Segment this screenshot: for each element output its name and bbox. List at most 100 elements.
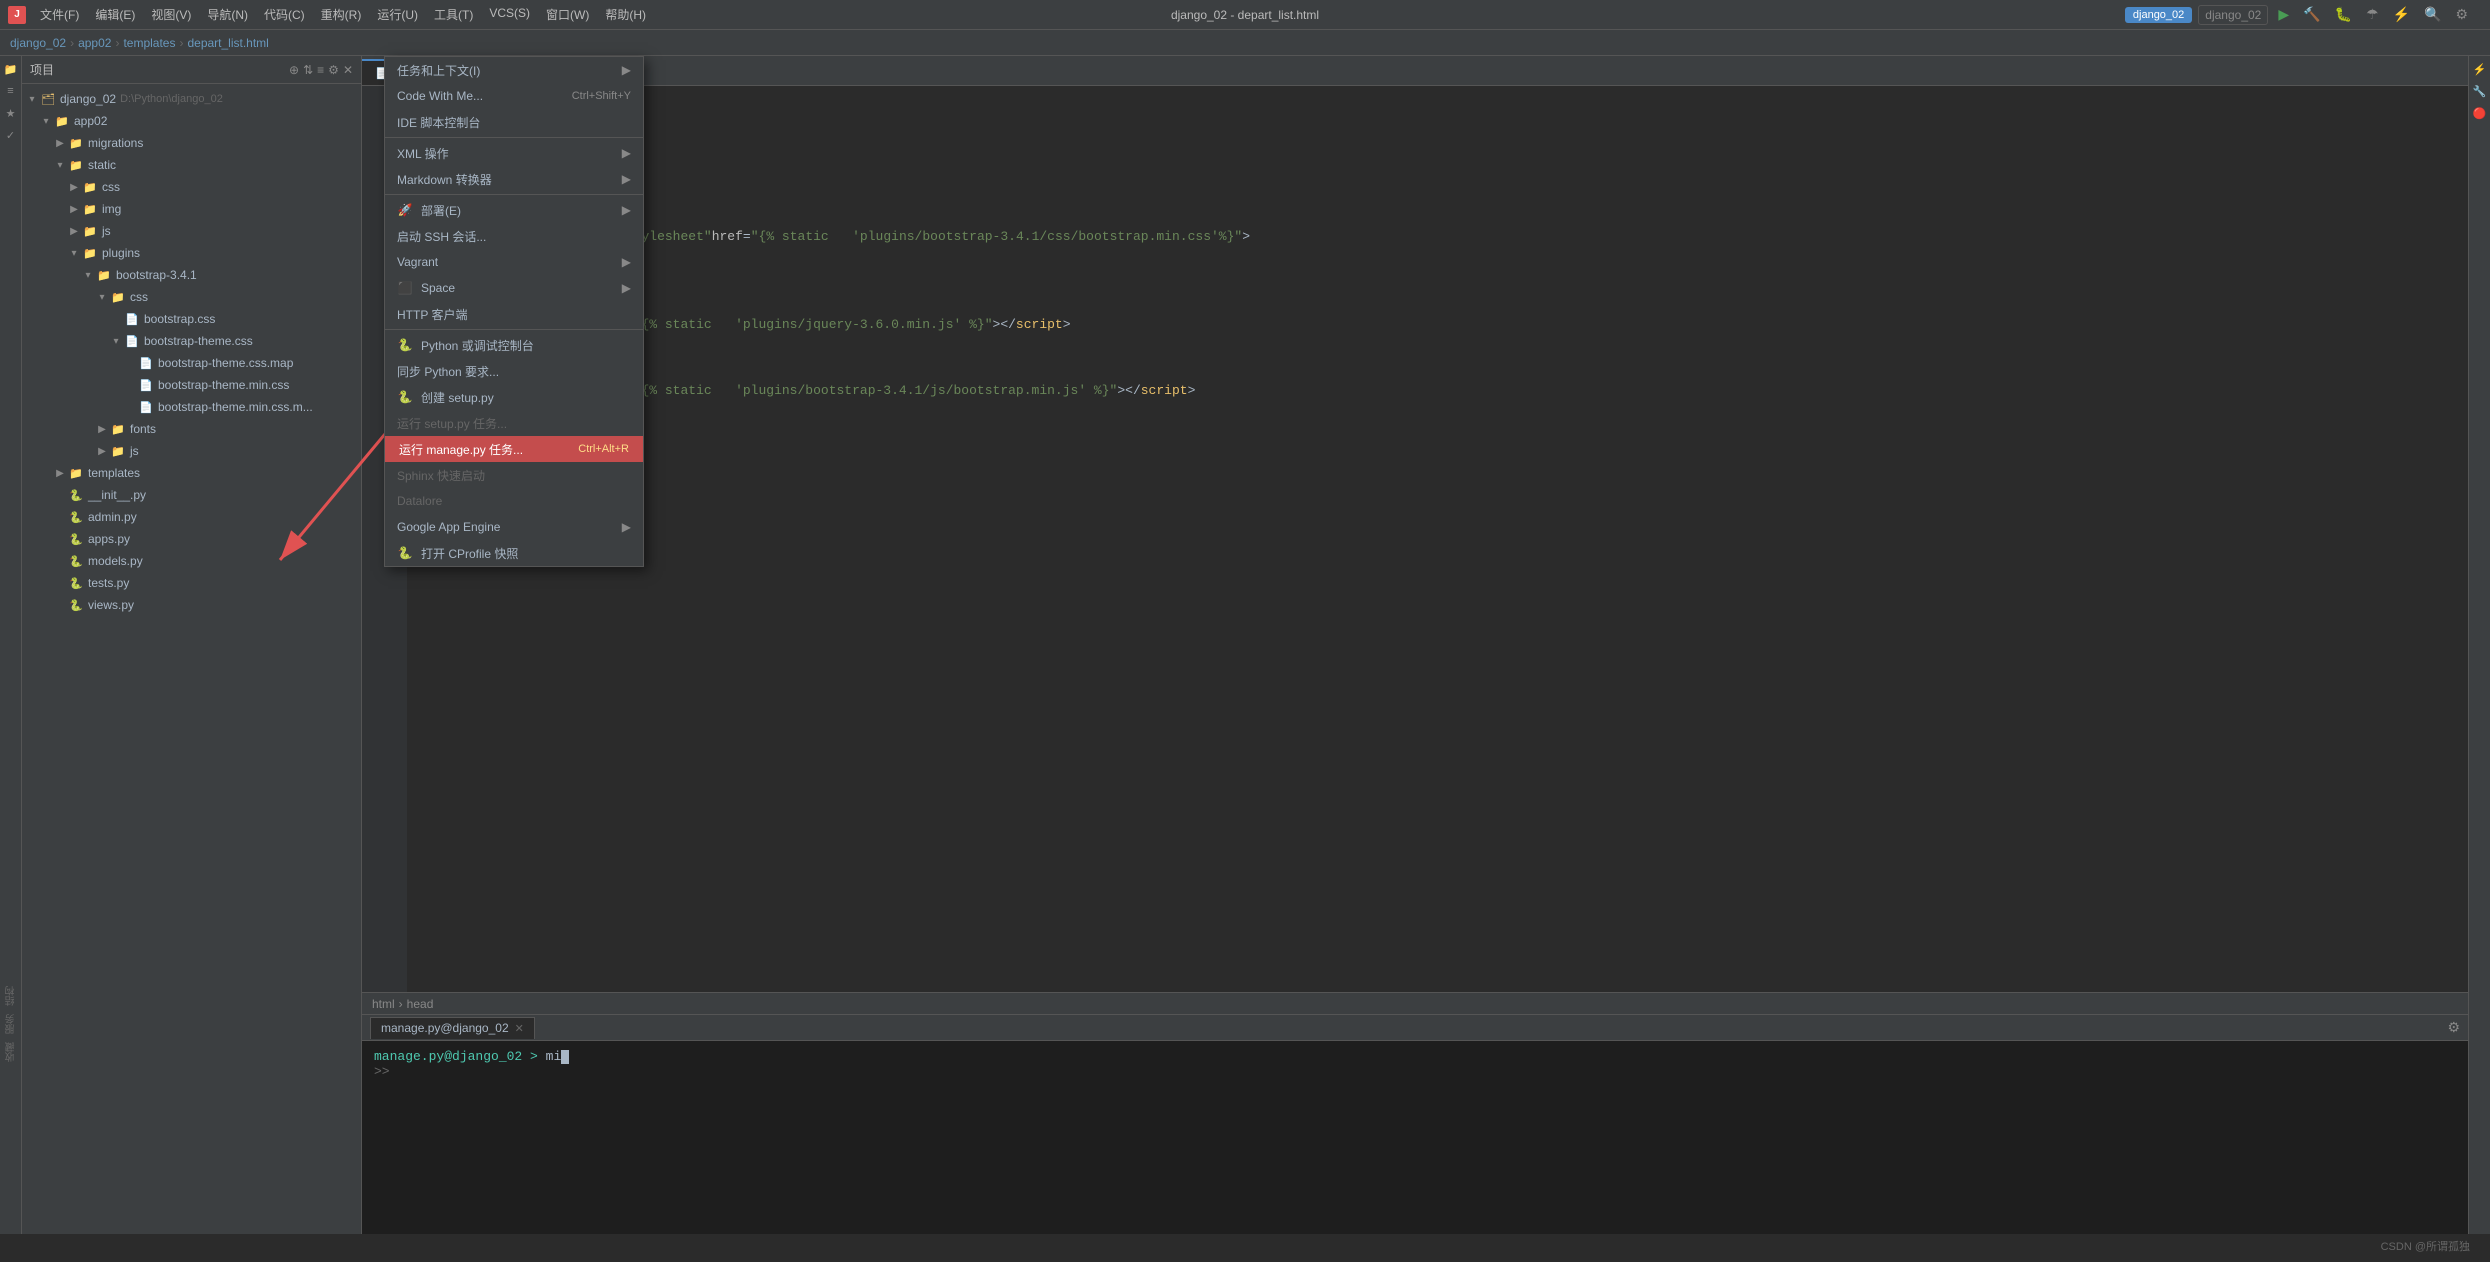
debug-button[interactable]: 🐛: [2331, 4, 2356, 25]
dropdown-item-markdown[interactable]: Markdown 转换器 ▶: [385, 166, 643, 192]
tree-item-bootstrapthememincssm[interactable]: ▶ 📄 bootstrap-theme.min.css.m...: [22, 396, 361, 418]
tree-item-img[interactable]: ▶ 📁 img: [22, 198, 361, 220]
dropdown-item-ssh[interactable]: 启动 SSH 会话...: [385, 223, 643, 249]
sidebar-bookmarks-icon[interactable]: ★: [2, 104, 20, 122]
menu-help[interactable]: 帮助(H): [597, 4, 654, 25]
menu-file[interactable]: 文件(F): [32, 4, 87, 25]
run-config[interactable]: django_02: [2198, 5, 2268, 25]
breadcrumb-templates[interactable]: templates: [123, 36, 175, 50]
coverage-button[interactable]: ☂: [2362, 4, 2383, 25]
menu-code[interactable]: 代码(C): [256, 4, 313, 25]
dropdown-item-sync-python[interactable]: 同步 Python 要求...: [385, 358, 643, 384]
tree-item-fonts[interactable]: ▶ 📁 fonts: [22, 418, 361, 440]
breadcrumb-project[interactable]: django_02: [10, 36, 66, 50]
tree-toggle-img[interactable]: ▶: [68, 203, 80, 215]
tree-item-app02[interactable]: ▾ 📁 app02: [22, 110, 361, 132]
breadcrumb-file[interactable]: depart_list.html: [187, 36, 268, 50]
terminal-content[interactable]: manage.py@django_02 > mi >>: [362, 1041, 2468, 1234]
breadcrumb-app[interactable]: app02: [78, 36, 111, 50]
tree-item-migrations[interactable]: ▶ 📁 migrations: [22, 132, 361, 154]
left-label-bookmark[interactable]: 收藏: [4, 1042, 19, 1062]
tree-item-modelspy[interactable]: ▶ 🐍 models.py: [22, 550, 361, 572]
tree-item-bsjs[interactable]: ▶ 📁 js: [22, 440, 361, 462]
tree-toggle-migrations[interactable]: ▶: [54, 137, 66, 149]
tree-item-testspy[interactable]: ▶ 🐍 tests.py: [22, 572, 361, 594]
menu-window[interactable]: 窗口(W): [538, 4, 597, 25]
tree-item-initpy[interactable]: ▶ 🐍 __init__.py: [22, 484, 361, 506]
tree-item-bootstrapthemecssmap[interactable]: ▶ 📄 bootstrap-theme.css.map: [22, 352, 361, 374]
menu-tools[interactable]: 工具(T): [426, 4, 481, 25]
settings-gear-icon[interactable]: ⚙: [2451, 4, 2472, 25]
tree-item-bscss[interactable]: ▾ 📁 css: [22, 286, 361, 308]
tree-settings-icon[interactable]: ⚙: [328, 63, 339, 77]
tree-toggle-bootstrapthemecss[interactable]: ▾: [110, 335, 122, 347]
tree-toggle-templates[interactable]: ▶: [54, 467, 66, 479]
menu-nav[interactable]: 导航(N): [199, 4, 256, 25]
dropdown-item-deploy[interactable]: 🚀 部署(E) ▶: [385, 197, 643, 223]
user-badge[interactable]: django_02: [2125, 7, 2192, 23]
sidebar-project-icon[interactable]: 📁: [2, 60, 20, 78]
tree-toggle-plugins[interactable]: ▾: [68, 247, 80, 259]
tree-item-django02[interactable]: ▾ 🗂 django_02 D:\Python\django_02: [22, 88, 361, 110]
right-sidebar-icon-1[interactable]: ⚡: [2471, 60, 2489, 78]
tree-item-bootstrapthememincss[interactable]: ▶ 📄 bootstrap-theme.min.css: [22, 374, 361, 396]
left-label-services[interactable]: 服务: [4, 1014, 19, 1034]
run-button[interactable]: ▶: [2274, 4, 2293, 25]
tree-expand-icon[interactable]: ⇅: [303, 63, 313, 77]
dropdown-item-http-client[interactable]: HTTP 客户端: [385, 301, 643, 327]
dropdown-item-space[interactable]: ⬛ Space ▶: [385, 275, 643, 301]
right-sidebar-icon-2[interactable]: 🔧: [2471, 82, 2489, 100]
tree-item-bootstrap341[interactable]: ▾ 📁 bootstrap-3.4.1: [22, 264, 361, 286]
menu-view[interactable]: 视图(V): [143, 4, 199, 25]
right-sidebar-icon-3[interactable]: 🔴: [2471, 104, 2489, 122]
tree-toggle-fonts[interactable]: ▶: [96, 423, 108, 435]
tree-item-bootstrapcss[interactable]: ▶ 📄 bootstrap.css: [22, 308, 361, 330]
sidebar-todo-icon[interactable]: ✓: [2, 126, 20, 144]
dropdown-item-cprofile[interactable]: 🐍 打开 CProfile 快照: [385, 540, 643, 566]
tree-toggle-css[interactable]: ▶: [68, 181, 80, 193]
tree-item-css[interactable]: ▶ 📁 css: [22, 176, 361, 198]
build-button[interactable]: 🔨: [2299, 4, 2324, 25]
code-editor[interactable]: 1 2 3 4 5 6 7 8 9 10 11 12 13 14 15: [362, 86, 2468, 992]
tree-toggle-static[interactable]: ▾: [54, 159, 66, 171]
breadcrumb-html[interactable]: html: [372, 997, 395, 1011]
dropdown-item-code-with-me[interactable]: Code With Me... Ctrl+Shift+Y: [385, 83, 643, 109]
dropdown-item-google-app[interactable]: Google App Engine ▶: [385, 514, 643, 540]
tree-toggle-bootstrap341[interactable]: ▾: [82, 269, 94, 281]
terminal-settings-icon[interactable]: ⚙: [2447, 1019, 2460, 1036]
tree-toggle-app02[interactable]: ▾: [40, 115, 52, 127]
dropdown-item-ide-console[interactable]: IDE 脚本控制台: [385, 109, 643, 135]
tree-item-static[interactable]: ▾ 📁 static: [22, 154, 361, 176]
tree-locate-icon[interactable]: ⊕: [289, 63, 299, 77]
tree-collapse-icon[interactable]: ≡: [317, 63, 324, 77]
sidebar-structure-icon[interactable]: ≡: [2, 82, 20, 100]
dropdown-item-run-managepy[interactable]: 运行 manage.py 任务... Ctrl+Alt+R: [385, 436, 643, 462]
tree-item-appspy[interactable]: ▶ 🐍 apps.py: [22, 528, 361, 550]
tree-close-icon[interactable]: ✕: [343, 63, 353, 77]
menu-edit[interactable]: 编辑(E): [87, 4, 143, 25]
tree-item-plugins[interactable]: ▾ 📁 plugins: [22, 242, 361, 264]
breadcrumb-head[interactable]: head: [407, 997, 434, 1011]
terminal-tab-close[interactable]: ✕: [515, 1022, 524, 1035]
menu-run[interactable]: 运行(U): [369, 4, 426, 25]
tree-item-js[interactable]: ▶ 📁 js: [22, 220, 361, 242]
profile-button[interactable]: ⚡: [2389, 4, 2414, 25]
tree-toggle-bscss[interactable]: ▾: [96, 291, 108, 303]
search-everywhere-button[interactable]: 🔍: [2420, 4, 2445, 25]
tree-item-adminpy[interactable]: ▶ 🐍 admin.py: [22, 506, 361, 528]
terminal-tab-managepy[interactable]: manage.py@django_02 ✕: [370, 1017, 535, 1039]
tree-toggle-bsjs[interactable]: ▶: [96, 445, 108, 457]
tree-item-bootstrapthemecss[interactable]: ▾ 📄 bootstrap-theme.css: [22, 330, 361, 352]
menu-vcs[interactable]: VCS(S): [481, 4, 538, 25]
dropdown-item-create-setup[interactable]: 🐍 创建 setup.py: [385, 384, 643, 410]
left-label-structure[interactable]: 结构: [4, 986, 19, 1006]
tree-item-viewspy[interactable]: ▶ 🐍 views.py: [22, 594, 361, 616]
dropdown-item-tasks-context[interactable]: 任务和上下文(I) ▶: [385, 57, 643, 83]
menu-refactor[interactable]: 重构(R): [313, 4, 370, 25]
tree-toggle-django02[interactable]: ▾: [26, 93, 38, 105]
dropdown-item-xml-ops[interactable]: XML 操作 ▶: [385, 140, 643, 166]
tree-toggle-js[interactable]: ▶: [68, 225, 80, 237]
dropdown-item-vagrant[interactable]: Vagrant ▶: [385, 249, 643, 275]
dropdown-item-python-debug[interactable]: 🐍 Python 或调试控制台: [385, 332, 643, 358]
tree-item-templates[interactable]: ▶ 📁 templates: [22, 462, 361, 484]
